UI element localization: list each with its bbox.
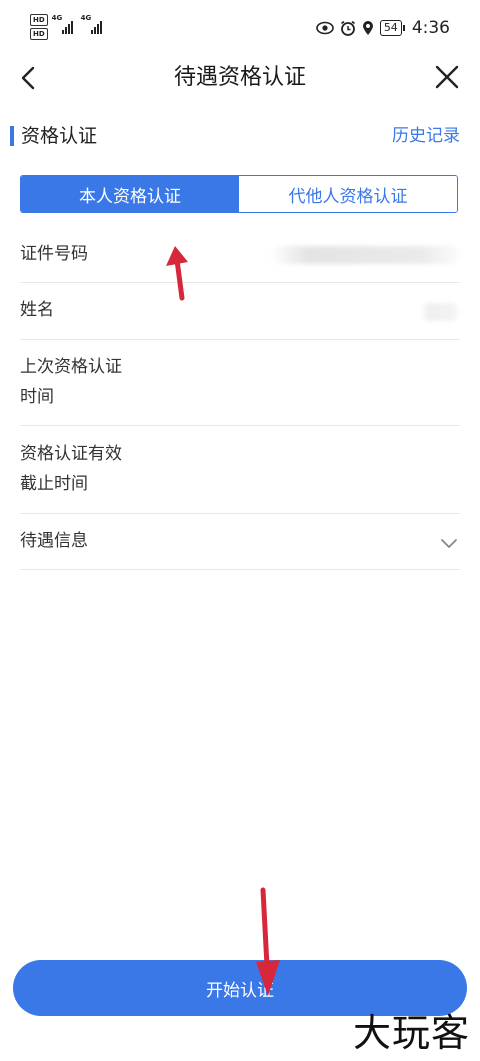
section-accent-bar xyxy=(10,126,14,146)
annotation-arrow-up-icon xyxy=(166,246,188,301)
name-value-redacted xyxy=(420,303,460,321)
certification-tabs: 本人资格认证 代他人资格认证 xyxy=(20,175,458,213)
battery-indicator: 54 xyxy=(379,20,405,36)
network-type-label: 4G xyxy=(51,14,63,22)
id-number-row: 证件号码 xyxy=(20,228,460,283)
page-title: 待遇资格认证 xyxy=(173,65,306,90)
section-title: 资格认证 xyxy=(21,125,98,147)
valid-until-row: 资格认证有效 截止时间 xyxy=(20,426,460,514)
status-bar-left: HD HD 4G 4G xyxy=(30,14,102,40)
valid-until-label-line2: 截止时间 xyxy=(20,474,88,494)
id-number-value-redacted xyxy=(270,246,460,264)
hd-badge: HD xyxy=(30,14,48,26)
status-bar: HD HD 4G 4G 54 4:36 xyxy=(0,0,480,58)
last-cert-time-row: 上次资格认证 时间 xyxy=(20,340,460,426)
last-cert-time-label-line1: 上次资格认证 xyxy=(20,357,122,377)
benefit-info-label: 待遇信息 xyxy=(20,531,88,551)
chevron-down-icon[interactable] xyxy=(440,535,458,548)
network-type-label: 4G xyxy=(80,14,92,22)
eye-icon xyxy=(316,21,334,35)
signal-strength-icon: 4G xyxy=(52,14,73,34)
annotation-arrow-down-icon xyxy=(256,887,280,996)
signal-strength-icon: 4G xyxy=(81,14,102,34)
app-header: 待遇资格认证 xyxy=(0,58,480,98)
close-icon[interactable] xyxy=(432,62,462,92)
history-link[interactable]: 历史记录 xyxy=(392,122,460,150)
section-header: 资格认证 历史记录 xyxy=(0,122,480,150)
alarm-icon xyxy=(340,20,356,36)
location-icon xyxy=(362,20,374,36)
valid-until-label-line1: 资格认证有效 xyxy=(20,444,122,464)
id-number-label: 证件号码 xyxy=(20,244,88,264)
last-cert-time-label-line2: 时间 xyxy=(20,387,54,407)
benefit-info-row[interactable]: 待遇信息 xyxy=(20,514,460,570)
name-row: 姓名 xyxy=(20,283,460,340)
status-bar-right: 54 4:36 xyxy=(316,18,450,38)
hd-badges: HD HD xyxy=(30,14,48,40)
clock-time: 4:36 xyxy=(411,18,450,38)
tab-proxy-certification[interactable]: 代他人资格认证 xyxy=(239,176,457,212)
start-certification-button[interactable]: 开始认证 xyxy=(13,960,467,1016)
tab-self-certification[interactable]: 本人资格认证 xyxy=(21,176,239,212)
watermark-logo: 大玩客 xyxy=(352,1011,470,1055)
hd-badge: HD xyxy=(30,28,48,40)
name-label: 姓名 xyxy=(20,300,54,320)
